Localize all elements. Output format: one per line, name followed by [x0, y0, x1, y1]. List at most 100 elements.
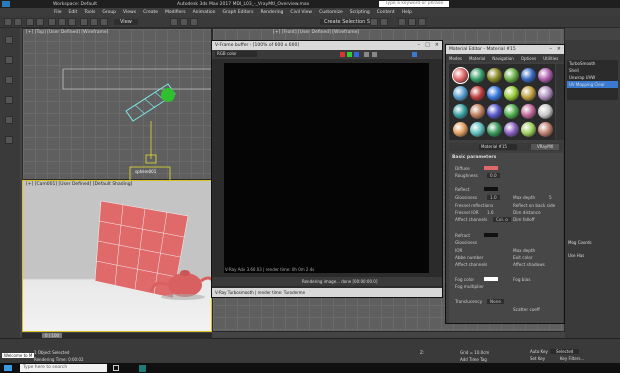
- set-key-button[interactable]: Set Key: [530, 356, 545, 361]
- display-icon[interactable]: [5, 116, 13, 124]
- material-slot[interactable]: [521, 86, 536, 101]
- material-slot[interactable]: [504, 86, 519, 101]
- abbe-checkbox[interactable]: Abbe number: [455, 255, 483, 260]
- rotate-icon[interactable]: [90, 18, 98, 26]
- menu-graph-editors[interactable]: Graph Editors: [223, 10, 254, 15]
- render-setup-icon[interactable]: [408, 18, 416, 26]
- task-view-icon[interactable]: [113, 365, 120, 371]
- app-logo[interactable]: [2, 1, 10, 7]
- material-slot[interactable]: [538, 104, 553, 119]
- glossiness-field[interactable]: 1.0: [487, 195, 500, 200]
- translucency-dropdown[interactable]: None: [487, 299, 504, 304]
- select-by-name-icon[interactable]: [58, 18, 66, 26]
- mat-minimize-icon[interactable]: –: [550, 46, 553, 52]
- max-depth-field[interactable]: 5: [549, 195, 552, 200]
- exit-color-checkbox[interactable]: Exit color: [513, 255, 533, 260]
- angle-snap-icon[interactable]: [180, 18, 188, 26]
- mat-menu-options[interactable]: Options: [521, 56, 536, 61]
- material-slot[interactable]: [487, 104, 502, 119]
- menu-customize[interactable]: Customize: [319, 10, 343, 15]
- menu-views[interactable]: Views: [123, 10, 136, 15]
- material-slot[interactable]: [470, 86, 485, 101]
- selected-dropdown[interactable]: Selected: [550, 349, 580, 354]
- move-icon[interactable]: [80, 18, 88, 26]
- menu-help[interactable]: Help: [402, 10, 412, 15]
- hierarchy-icon[interactable]: [5, 76, 13, 84]
- mat-close-icon[interactable]: ×: [557, 46, 561, 52]
- menu-modifiers[interactable]: Modifiers: [165, 10, 186, 15]
- view-dropdown[interactable]: View: [114, 19, 138, 25]
- scale-icon[interactable]: [100, 18, 108, 26]
- vfb-render-canvas[interactable]: [224, 63, 429, 273]
- search-box[interactable]: Type a keyword or phrase: [379, 1, 450, 7]
- mat-menu-modes[interactable]: Modes: [449, 56, 462, 61]
- reflect-swatch[interactable]: [484, 187, 498, 191]
- workspace-label[interactable]: Workspace: Default: [53, 2, 97, 7]
- select-icon[interactable]: [48, 18, 56, 26]
- vfb-color-green-icon[interactable]: [347, 52, 352, 57]
- material-slot[interactable]: [453, 104, 468, 119]
- material-slot[interactable]: [521, 122, 536, 137]
- roughness-field[interactable]: 0.0: [487, 173, 500, 178]
- link-icon[interactable]: [26, 18, 34, 26]
- menu-group[interactable]: Group: [102, 10, 116, 15]
- mat-name-field[interactable]: Material #15: [479, 144, 517, 150]
- rollout-title[interactable]: Basic parameters: [452, 155, 496, 160]
- refract-swatch[interactable]: [484, 233, 498, 237]
- material-slot[interactable]: [487, 68, 502, 83]
- render-icon[interactable]: [418, 18, 426, 26]
- vfb-color-blue-icon[interactable]: [354, 52, 359, 57]
- create-icon[interactable]: [5, 36, 13, 44]
- affect-channels-dropdown[interactable]: Col. o: [493, 217, 511, 222]
- viewport-label-front[interactable]: [+] [Front] [User Defined] [Wireframe]: [273, 30, 359, 35]
- undo-icon[interactable]: [4, 18, 12, 26]
- material-editor-window[interactable]: Material Editor - Material #15 – × Modes…: [445, 44, 565, 324]
- unlink-icon[interactable]: [36, 18, 44, 26]
- maximize-icon[interactable]: □: [425, 42, 430, 48]
- auto-key-button[interactable]: Auto Key: [530, 349, 548, 354]
- viewport-camera[interactable]: [+] [Cam001] [User Defined] [Default Sha…: [22, 180, 213, 332]
- modifier-stack-item[interactable]: UV Mapping Clear: [567, 81, 618, 88]
- modifier-stack-item[interactable]: TurboSmooth: [567, 60, 618, 67]
- material-slot[interactable]: [487, 122, 502, 137]
- utilities-icon[interactable]: [5, 136, 13, 144]
- material-slot[interactable]: [521, 104, 536, 119]
- modifier-stack[interactable]: TurboSmooth Shell Unwrap UVW UV Mapping Cle…: [567, 60, 618, 100]
- fog-color-swatch[interactable]: [484, 277, 498, 281]
- material-slot[interactable]: [452, 67, 469, 84]
- key-filters-button[interactable]: Key Filters...: [560, 356, 584, 361]
- snap-icon[interactable]: [170, 18, 178, 26]
- menu-edit[interactable]: Edit: [69, 10, 78, 15]
- vfb-render-icon[interactable]: [412, 52, 417, 57]
- viewport-top[interactable]: [+] [Top] [User Defined] [Wireframe] sph…: [22, 28, 213, 181]
- material-slot[interactable]: [487, 86, 502, 101]
- vfb-save-icon[interactable]: [364, 52, 369, 57]
- material-slot[interactable]: [538, 86, 553, 101]
- modify-icon[interactable]: [5, 56, 13, 64]
- vfb-channel-dropdown[interactable]: RGB color: [215, 51, 257, 57]
- menu-rendering[interactable]: Rendering: [260, 10, 283, 15]
- fresnel-ior-field[interactable]: 1.6: [487, 210, 494, 215]
- material-slot[interactable]: [470, 104, 485, 119]
- close-icon[interactable]: ×: [435, 42, 439, 48]
- menu-animation[interactable]: Animation: [193, 10, 216, 15]
- material-slot[interactable]: [538, 68, 553, 83]
- vfb-clear-icon[interactable]: [372, 52, 377, 57]
- material-slot[interactable]: [470, 122, 485, 137]
- fresnel-checkbox[interactable]: Fresnel reflections: [455, 203, 493, 208]
- material-editor-icon[interactable]: [398, 18, 406, 26]
- add-time-tag[interactable]: Add Time Tag: [460, 357, 487, 362]
- vray-frame-buffer-window[interactable]: V-Frame buffer - [100% of 600 x 600] – □…: [211, 40, 443, 298]
- mat-type-button[interactable]: VRayMtl: [531, 144, 560, 150]
- windows-start-icon[interactable]: [4, 365, 12, 371]
- time-slider[interactable]: 0 / 100: [22, 333, 212, 339]
- menu-scripting[interactable]: Scripting: [350, 10, 370, 15]
- menu-content[interactable]: Content: [377, 10, 395, 15]
- reflect-back-checkbox[interactable]: Reflect on back side: [513, 203, 555, 208]
- mat-menu-utilities[interactable]: Utilities: [543, 56, 558, 61]
- menu-create[interactable]: Create: [143, 10, 158, 15]
- material-slot[interactable]: [453, 86, 468, 101]
- vfb-titlebar[interactable]: V-Frame buffer - [100% of 600 x 600] – □…: [212, 41, 442, 50]
- material-slot[interactable]: [470, 68, 485, 83]
- redo-icon[interactable]: [14, 18, 22, 26]
